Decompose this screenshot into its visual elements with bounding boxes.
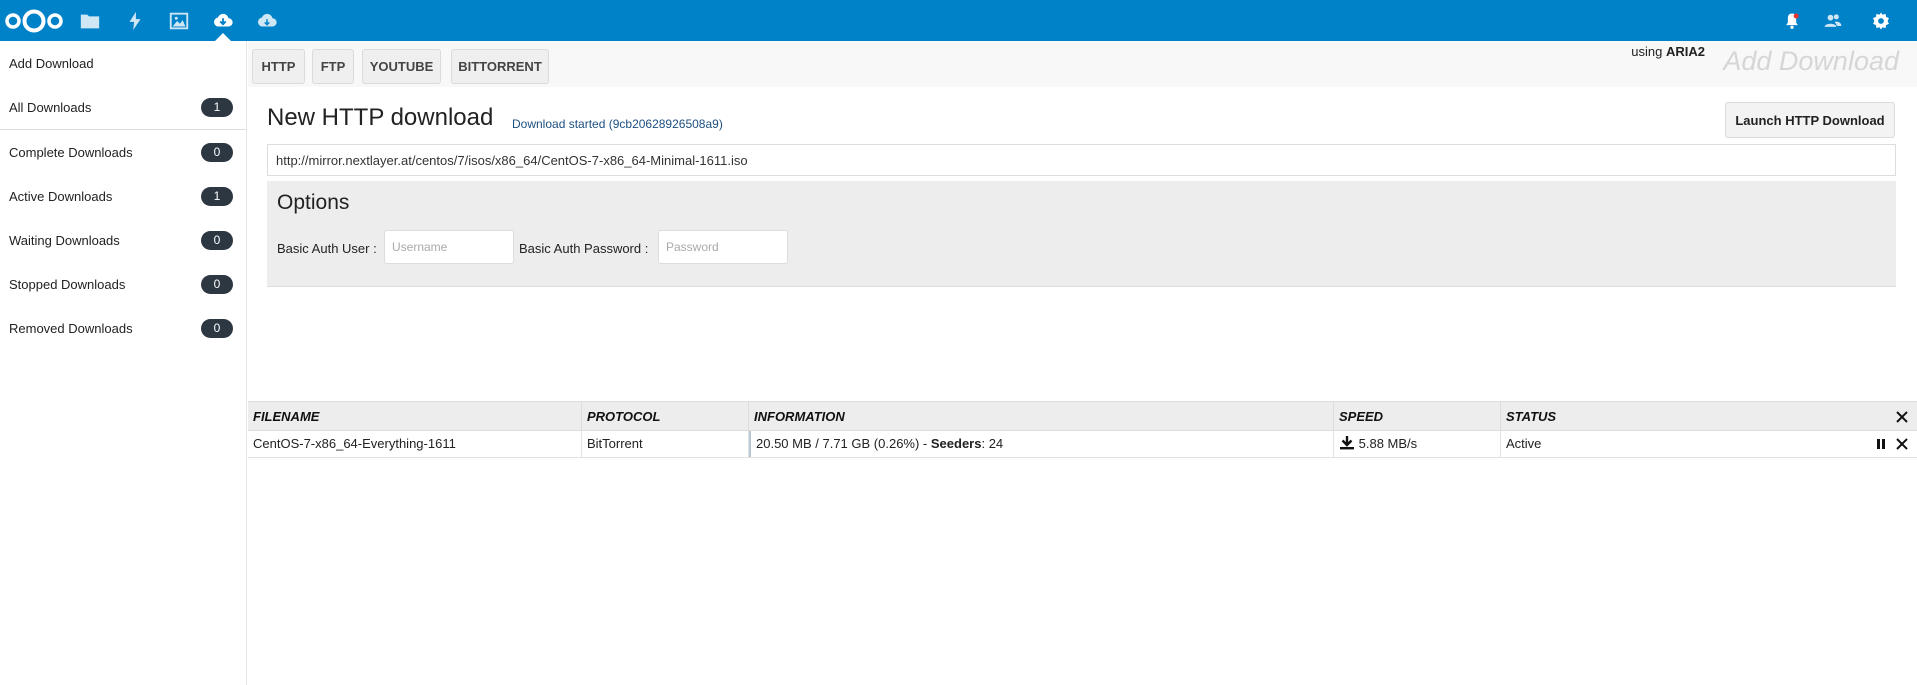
- cell-information: 20.50 MB / 7.71 GB (0.26%) - Seeders: 24: [749, 431, 1334, 457]
- cell-status: Active: [1506, 436, 1542, 451]
- count-badge: 1: [201, 187, 233, 206]
- page-title: New HTTP download: [267, 104, 494, 131]
- engine-indicator: using ARIA2: [1631, 44, 1705, 59]
- tab-ftp[interactable]: FTP: [312, 49, 354, 84]
- seeders-value: : 24: [981, 436, 1004, 451]
- sidebar-item-stopped-downloads[interactable]: Stopped Downloads 0: [0, 262, 246, 306]
- download-status-message: Download started (9cb20628926508a9): [512, 117, 723, 131]
- pause-icon[interactable]: [1873, 436, 1889, 452]
- cloud-download-icon[interactable]: [210, 8, 236, 34]
- sidebar: Add Download All Downloads 1 Complete Do…: [0, 41, 247, 685]
- auth-user-input[interactable]: [384, 230, 514, 264]
- sidebar-item-label: Complete Downloads: [9, 144, 133, 160]
- remove-download-close-icon[interactable]: [1894, 436, 1910, 452]
- seeders-label: Seeders: [930, 436, 982, 451]
- sidebar-item-label: Waiting Downloads: [9, 232, 120, 248]
- lightning-icon[interactable]: [122, 8, 148, 34]
- sidebar-item-label: Removed Downloads: [9, 320, 133, 336]
- sidebar-item-label: Add Download: [9, 55, 94, 71]
- info-progress-text: 20.50 MB / 7.71 GB (0.26%) -: [756, 436, 928, 451]
- notifications-icon[interactable]: [1779, 8, 1805, 34]
- column-header-speed: SPEED: [1334, 402, 1501, 431]
- table-row: CentOS-7-x86_64-Everything-1611 BitTorre…: [248, 431, 1917, 458]
- options-panel: Options Basic Auth User : Basic Auth Pas…: [267, 181, 1896, 287]
- tab-bittorrent[interactable]: BITTORRENT: [451, 49, 549, 84]
- count-badge: 1: [201, 98, 233, 117]
- settings-icon[interactable]: [1868, 8, 1894, 34]
- cloud-icon[interactable]: [254, 8, 280, 34]
- count-badge: 0: [201, 319, 233, 338]
- clear-all-close-icon[interactable]: [1894, 409, 1910, 425]
- column-header-status: STATUS: [1506, 409, 1557, 424]
- sidebar-item-all-downloads[interactable]: All Downloads 1: [0, 85, 246, 129]
- count-badge: 0: [201, 231, 233, 250]
- launch-download-button[interactable]: Launch HTTP Download: [1725, 102, 1895, 138]
- cell-filename: CentOS-7-x86_64-Everything-1611: [248, 431, 582, 457]
- sidebar-item-active-downloads[interactable]: Active Downloads 1: [0, 174, 246, 218]
- sidebar-item-complete-downloads[interactable]: Complete Downloads 0: [0, 130, 246, 174]
- tab-http[interactable]: HTTP: [252, 49, 305, 84]
- auth-user-label: Basic Auth User :: [277, 241, 377, 256]
- engine-name: ARIA2: [1665, 44, 1705, 59]
- sidebar-item-waiting-downloads[interactable]: Waiting Downloads 0: [0, 218, 246, 262]
- sidebar-item-removed-downloads[interactable]: Removed Downloads 0: [0, 306, 246, 350]
- table-header: FILENAME PROTOCOL INFORMATION SPEED STAT…: [248, 401, 1917, 431]
- nextcloud-logo-icon[interactable]: [4, 7, 64, 34]
- auth-password-input[interactable]: [658, 230, 788, 264]
- options-title: Options: [277, 191, 350, 214]
- sidebar-item-label: Stopped Downloads: [9, 276, 126, 292]
- sidebar-item-add-download[interactable]: Add Download: [0, 41, 246, 85]
- contacts-icon[interactable]: [1820, 8, 1846, 34]
- sidebar-item-label: All Downloads: [9, 99, 92, 115]
- speed-value: 5.88 MB/s: [1358, 436, 1418, 451]
- column-header-filename: FILENAME: [248, 402, 582, 431]
- cell-speed: 5.88 MB/s: [1334, 431, 1501, 457]
- tab-youtube[interactable]: YOUTUBE: [362, 49, 441, 84]
- image-icon[interactable]: [166, 8, 192, 34]
- count-badge: 0: [201, 275, 233, 294]
- download-arrow-icon: [1339, 433, 1355, 450]
- active-app-indicator: [215, 33, 231, 41]
- count-badge: 0: [201, 143, 233, 162]
- using-prefix: using: [1631, 44, 1663, 59]
- main-content: HTTP FTP YOUTUBE BITTORRENT using ARIA2 …: [248, 41, 1917, 685]
- top-header: [0, 0, 1917, 41]
- column-header-protocol: PROTOCOL: [582, 402, 749, 431]
- url-input[interactable]: [267, 144, 1896, 176]
- protocol-tabs-bar: HTTP FTP YOUTUBE BITTORRENT using ARIA2 …: [248, 41, 1917, 87]
- sidebar-item-label: Active Downloads: [9, 188, 113, 204]
- cell-protocol: BitTorrent: [582, 431, 749, 457]
- ghost-page-title: Add Download: [1723, 46, 1899, 76]
- column-header-information: INFORMATION: [749, 402, 1334, 431]
- folder-icon[interactable]: [77, 8, 103, 34]
- auth-password-label: Basic Auth Password :: [519, 241, 649, 256]
